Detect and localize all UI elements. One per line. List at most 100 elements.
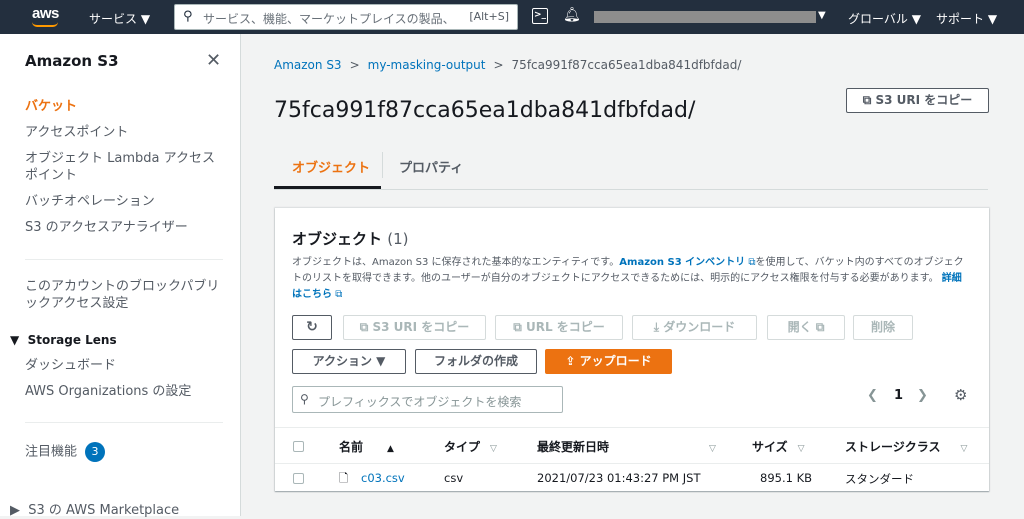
- column-name-label: 名前: [339, 440, 364, 454]
- sidebar-item-access-points[interactable]: アクセスポイント: [25, 124, 220, 141]
- download-icon: ⤓: [653, 320, 660, 334]
- sidebar-item-marketplace[interactable]: ▶ S3 の AWS Marketplace: [10, 502, 205, 519]
- copy-s3-uri-label: S3 URI をコピー: [875, 93, 973, 107]
- column-type-label: タイプ: [444, 440, 481, 454]
- objects-title-text: オブジェクト: [292, 230, 383, 248]
- account-menu-redacted[interactable]: [594, 11, 816, 23]
- bell-icon[interactable]: 🔔︎: [563, 7, 581, 23]
- download-label: ダウンロード: [663, 320, 736, 334]
- tab-properties[interactable]: プロパティ: [399, 157, 463, 176]
- featured-count-badge: 3: [85, 442, 106, 462]
- chevron-down-icon: ▼: [818, 10, 826, 21]
- column-last-modified[interactable]: 最終更新日時 ▽: [537, 438, 716, 455]
- sidebar-item-dashboard[interactable]: ダッシュボード: [25, 357, 220, 374]
- sort-asc-icon: ▲: [387, 444, 394, 454]
- upload-label: アップロード: [579, 354, 652, 368]
- column-size-label: サイズ: [752, 440, 788, 454]
- download-button[interactable]: ⤓ ダウンロード: [632, 315, 757, 340]
- sidebar-title: Amazon S3: [25, 52, 119, 70]
- column-size[interactable]: サイズ ▽: [752, 438, 805, 455]
- table-header: 名前 ▲ タイプ ▽ 最終更新日時 ▽ サイズ ▽ ストレージクラス ▽: [275, 427, 989, 464]
- copy-icon: ⧉: [359, 320, 369, 334]
- column-modified-label: 最終更新日時: [537, 440, 610, 454]
- upload-button[interactable]: ⇪ アップロード: [545, 349, 672, 374]
- tab-bar: オブジェクト プロパティ: [274, 140, 988, 190]
- sidebar-item-object-lambda[interactable]: オブジェクト Lambda アクセスポイント: [25, 150, 220, 184]
- copy-icon: ⧉: [513, 320, 522, 334]
- sidebar: Amazon S3 ✕ バケット アクセスポイント オブジェクト Lambda …: [0, 34, 241, 519]
- breadcrumb-bucket[interactable]: my-masking-output: [368, 58, 486, 72]
- delete-button[interactable]: 削除: [853, 315, 913, 340]
- file-icon: 🗋: [339, 471, 349, 485]
- select-all-checkbox[interactable]: [293, 441, 304, 452]
- support-menu[interactable]: サポート ▼: [936, 10, 997, 27]
- refresh-button[interactable]: ↻: [292, 315, 332, 340]
- breadcrumb-s3[interactable]: Amazon S3: [274, 58, 342, 72]
- column-name[interactable]: 名前 ▲: [339, 438, 394, 455]
- pagination-prev[interactable]: ❮: [867, 388, 878, 403]
- column-storage-label: ストレージクラス: [845, 440, 941, 454]
- copy-s3-uri-header-button[interactable]: ⧉ S3 URI をコピー: [846, 88, 989, 113]
- aws-logo[interactable]: aws: [32, 5, 59, 22]
- sort-icon: ▽: [709, 444, 716, 454]
- page-title: 75fca991f87cca65ea1dba841dfbfdad/: [274, 98, 696, 123]
- chevron-right-icon: >: [493, 58, 504, 72]
- tab-objects[interactable]: オブジェクト: [292, 157, 370, 176]
- services-menu[interactable]: サービス ▼: [89, 10, 150, 27]
- sidebar-item-featured[interactable]: 注目機能 3: [25, 442, 220, 462]
- global-search[interactable]: ⚲ サービス、機能、マーケットプレイスの製品、 [Alt+S]: [174, 4, 518, 30]
- top-navigation: aws サービス ▼ ⚲ サービス、機能、マーケットプレイスの製品、 [Alt+…: [0, 0, 1024, 34]
- sidebar-item-block-public-access[interactable]: このアカウントのブロックパブリックアクセス設定: [25, 278, 220, 312]
- sort-icon: ▽: [797, 444, 805, 454]
- sidebar-section-storage-lens[interactable]: ▼ Storage Lens: [10, 333, 117, 347]
- object-type: csv: [444, 471, 464, 485]
- actions-dropdown[interactable]: アクション ▼: [292, 349, 406, 374]
- sidebar-item-access-analyzer[interactable]: S3 のアクセスアナライザー: [25, 219, 220, 236]
- objects-count: (1): [387, 230, 409, 248]
- search-icon: ⚲: [183, 9, 193, 24]
- tab-divider: [382, 152, 383, 178]
- copy-icon: ⧉: [862, 93, 872, 107]
- object-size: 895.1 KB: [760, 471, 813, 485]
- copy-url-button[interactable]: ⧉ URL をコピー: [495, 315, 623, 340]
- close-icon[interactable]: ✕: [206, 50, 221, 71]
- copy-url-label: URL をコピー: [525, 320, 605, 334]
- desc-text-1: オブジェクトは、Amazon S3 に保存された基本的なエンティティです。: [292, 257, 620, 268]
- objects-panel: オブジェクト (1) オブジェクトは、Amazon S3 に保存された基本的なエ…: [275, 208, 989, 491]
- objects-panel-title: オブジェクト (1): [292, 228, 409, 249]
- object-modified: 2021/07/23 01:43:27 PM JST: [537, 471, 701, 485]
- external-link-icon: ⧉: [815, 320, 825, 334]
- sort-icon: ▽: [490, 444, 497, 454]
- copy-s3-uri-button[interactable]: ⧉ S3 URI をコピー: [343, 315, 486, 340]
- settings-gear-icon[interactable]: ⚙: [954, 386, 967, 404]
- divider: [25, 259, 223, 260]
- region-menu[interactable]: グローバル ▼: [848, 10, 921, 27]
- open-button[interactable]: 開く ⧉: [767, 315, 845, 340]
- breadcrumb-current: 75fca991f87cca65ea1dba841dfbfdad/: [511, 58, 742, 72]
- pagination-page-number[interactable]: 1: [894, 388, 903, 403]
- prefix-search-placeholder: プレフィックスでオブジェクトを検索: [318, 395, 522, 409]
- search-icon: ⚲: [300, 392, 309, 406]
- upload-icon: ⇪: [565, 354, 576, 368]
- sidebar-item-organizations[interactable]: AWS Organizations の設定: [25, 383, 220, 400]
- sidebar-item-batch-operations[interactable]: バッチオペレーション: [25, 193, 220, 210]
- divider: [25, 422, 223, 423]
- featured-label: 注目機能: [25, 444, 78, 460]
- column-storage-class[interactable]: ストレージクラス ▽: [845, 438, 967, 455]
- table-row: 🗋 c03.csv csv 2021/07/23 01:43:27 PM JST…: [275, 465, 989, 492]
- sort-icon: ▽: [960, 444, 968, 454]
- create-folder-button[interactable]: フォルダの作成: [415, 349, 537, 374]
- object-name-link[interactable]: c03.csv: [361, 471, 405, 485]
- pagination-next[interactable]: ❯: [917, 388, 928, 403]
- inventory-link[interactable]: Amazon S3 インベントリ: [619, 257, 745, 268]
- search-shortcut: [Alt+S]: [469, 10, 509, 23]
- prefix-search-input[interactable]: ⚲ プレフィックスでオブジェクトを検索: [292, 386, 563, 413]
- main-content: Amazon S3 > my-masking-output >75fca991f87c…: [241, 34, 1024, 516]
- caret-down-icon: ▼: [10, 333, 20, 347]
- column-type[interactable]: タイプ ▽: [444, 438, 497, 455]
- row-checkbox[interactable]: [293, 473, 304, 484]
- breadcrumb: Amazon S3 > my-masking-output >75fca991f87c…: [274, 58, 741, 72]
- external-link-icon: ⧉: [335, 289, 343, 300]
- cloudshell-icon[interactable]: >_: [532, 8, 548, 24]
- sidebar-item-buckets[interactable]: バケット: [25, 98, 220, 115]
